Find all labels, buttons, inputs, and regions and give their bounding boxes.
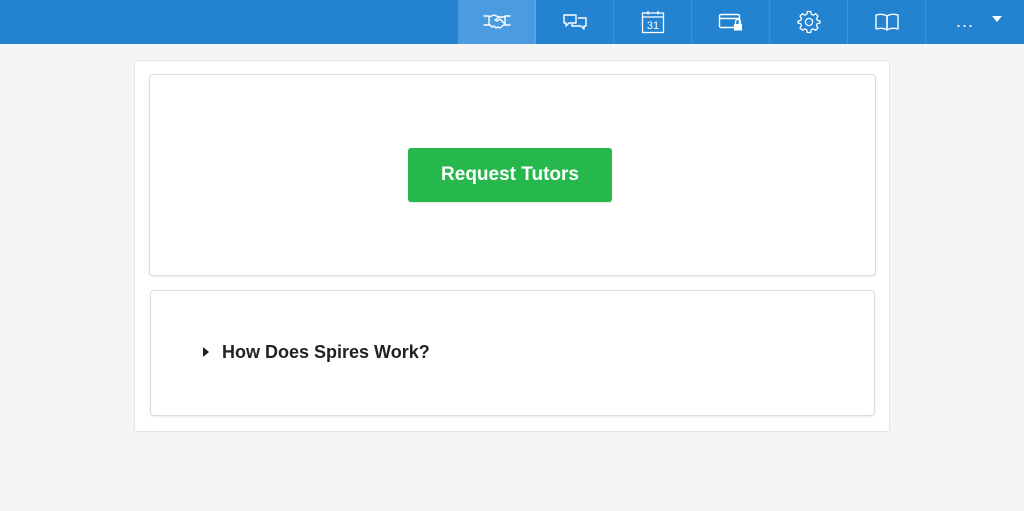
faq-toggle[interactable]: How Does Spires Work? <box>203 340 430 364</box>
more-dots-label: ... <box>956 11 975 31</box>
handshake-icon <box>482 14 511 29</box>
nav-item-lessons[interactable] <box>458 0 536 44</box>
nav-item-settings[interactable] <box>770 0 848 44</box>
nav-item-payments[interactable] <box>692 0 770 44</box>
open-book-icon <box>874 13 899 31</box>
chat-bubbles-icon <box>562 14 587 30</box>
faq-label: How Does Spires Work? <box>222 341 430 362</box>
more-menu-button[interactable]: ... <box>938 0 1024 44</box>
calendar-day-label: 31 <box>646 20 658 32</box>
nav-icons: 31 <box>458 0 926 44</box>
top-navigation-bar: 31 ... <box>0 0 1024 44</box>
request-tutors-button[interactable]: Request Tutors <box>408 148 612 202</box>
nav-item-resources[interactable] <box>848 0 926 44</box>
gear-icon <box>796 10 821 34</box>
caret-right-icon <box>203 347 209 357</box>
nav-item-calendar[interactable]: 31 <box>614 0 692 44</box>
payment-card-lock-icon <box>718 13 742 31</box>
nav-item-messages[interactable] <box>536 0 614 44</box>
calendar-icon: 31 <box>641 11 664 34</box>
chevron-down-icon <box>992 16 1003 22</box>
